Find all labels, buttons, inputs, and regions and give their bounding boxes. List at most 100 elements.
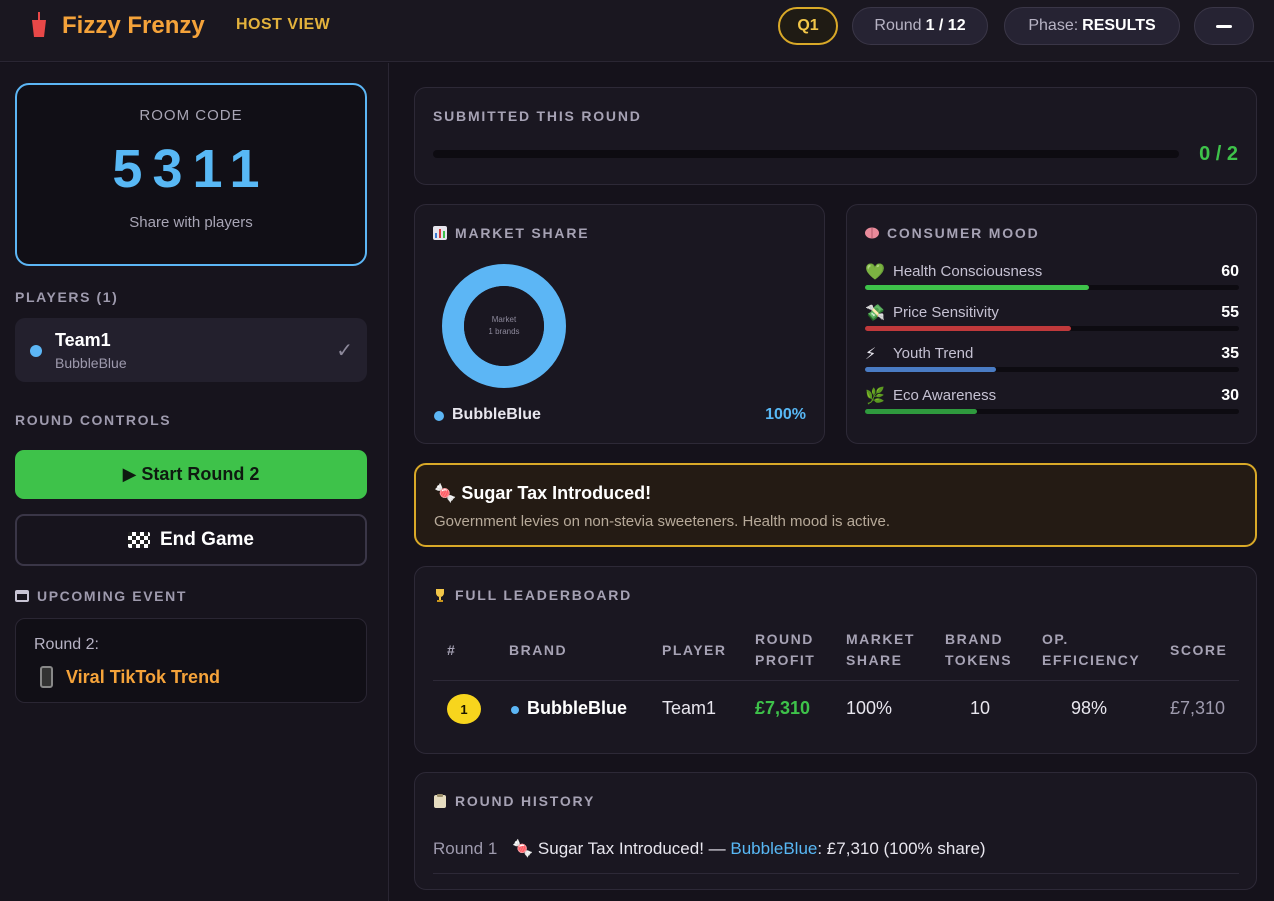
mood-bar-track — [865, 409, 1239, 414]
history-event: Sugar Tax Introduced! — — [537, 839, 726, 858]
col-op-efficiency: OP. EFFICIENCY — [1042, 631, 1141, 668]
phase-label: Phase: — [1028, 17, 1079, 34]
mood-bar-fill — [865, 326, 1071, 331]
col-score: SCORE — [1170, 642, 1228, 658]
room-code-hint: Share with players — [129, 214, 253, 231]
mood-value: 55 — [1221, 304, 1239, 321]
quarter-badge: Q1 — [778, 7, 838, 45]
col-brand-tokens: BRAND TOKENS — [945, 631, 1013, 668]
room-code-card: ROOM CODE 5311 Share with players — [15, 83, 367, 266]
market-share-donut: Market 1 brands — [442, 264, 566, 388]
mood-bar-fill — [865, 285, 1090, 290]
player-brand: BubbleBlue — [55, 355, 127, 371]
round-value: 1 / 12 — [925, 17, 966, 34]
legend-brand: BubbleBlue — [452, 406, 541, 423]
calendar-icon — [15, 590, 29, 602]
history-round: Round 1 — [433, 839, 498, 858]
event-title-text: Sugar Tax Introduced! — [461, 483, 652, 503]
mood-label: Eco Awareness — [893, 387, 997, 404]
mood-bar-fill — [865, 409, 978, 414]
mood-value: 35 — [1221, 345, 1239, 362]
history-brand: BubbleBlue — [730, 839, 818, 858]
mood-label: Health Consciousness — [893, 263, 1043, 280]
candy-icon: 🍬 — [434, 483, 462, 503]
mood-bar-fill — [865, 367, 996, 372]
market-share-panel: MARKET SHARE Market 1 brands BubbleBlue … — [414, 204, 825, 444]
end-game-button[interactable]: End Game — [15, 514, 367, 566]
col-market-share: MARKET SHARE — [846, 631, 915, 668]
round-indicator: Round 1 / 12 — [852, 7, 988, 45]
view-mode-label: HOST VIEW — [236, 16, 331, 33]
history-row: Round 1 🍬 Sugar Tax Introduced! — Bubble… — [433, 839, 986, 859]
mood-bar-track — [865, 285, 1239, 290]
mood-row-health: 💚 Health Consciousness 60 — [865, 261, 1239, 301]
mood-value: 60 — [1221, 263, 1239, 280]
green-heart-icon: 💚 — [865, 264, 885, 281]
app-title: Fizzy Frenzy — [62, 12, 205, 39]
mood-bar-track — [865, 326, 1239, 331]
leaderboard-divider — [433, 680, 1239, 681]
mood-value: 30 — [1221, 387, 1239, 404]
legend-share: 100% — [765, 406, 806, 423]
event-banner: 🍬 Sugar Tax Introduced! Government levie… — [414, 463, 1257, 547]
checkered-flag-icon — [128, 532, 150, 548]
player-name: Team1 — [55, 330, 111, 350]
mood-label: Price Sensitivity — [893, 304, 999, 321]
consumer-mood-label: CONSUMER MOOD — [887, 225, 1040, 241]
round-history-panel: ROUND HISTORY Round 1 🍬 Sugar Tax Introd… — [414, 772, 1257, 890]
end-game-label: End Game — [160, 529, 254, 550]
submitted-panel: SUBMITTED THIS ROUND 0 / 2 — [414, 87, 1257, 185]
bar-chart-icon — [433, 226, 447, 240]
soda-cup-icon — [32, 12, 46, 37]
leaf-icon: 🌿 — [865, 388, 885, 405]
leaderboard-title: FULL LEADERBOARD — [433, 587, 632, 603]
row-player: Team1 — [662, 698, 717, 718]
upcoming-event-heading: UPCOMING EVENT — [15, 588, 187, 604]
brand-color-dot — [511, 706, 519, 714]
submission-count: 0 / 2 — [1199, 143, 1238, 165]
row-tokens: 10 — [970, 698, 991, 718]
upcoming-event-card: Round 2: Viral TikTok Trend — [15, 618, 367, 703]
row-profit: £7,310 — [755, 698, 811, 718]
player-color-dot — [30, 345, 42, 357]
money-icon: 💸 — [865, 305, 885, 322]
phone-icon — [40, 666, 53, 688]
mood-label: Youth Trend — [893, 345, 974, 362]
round-history-title: ROUND HISTORY — [433, 793, 595, 809]
room-code-label: ROOM CODE — [139, 107, 243, 124]
consumer-mood-title: CONSUMER MOOD — [865, 225, 1040, 241]
mood-row-youth: ⚡ Youth Trend 35 — [865, 343, 1239, 383]
round-label: Round — [874, 17, 922, 34]
upcoming-event-label: UPCOMING EVENT — [37, 588, 187, 604]
mood-row-eco: 🌿 Eco Awareness 30 — [865, 385, 1239, 425]
col-brand: BRAND — [509, 642, 568, 658]
row-score: £7,310 — [1170, 698, 1226, 718]
history-divider — [433, 873, 1239, 874]
check-icon: ✓ — [336, 340, 353, 362]
lightning-icon: ⚡ — [865, 346, 877, 363]
start-round-button[interactable]: ▶ Start Round 2 — [15, 450, 367, 499]
clipboard-icon — [434, 794, 446, 808]
player-card[interactable]: Team1 BubbleBlue ✓ — [15, 318, 367, 382]
players-heading: PLAYERS (1) — [15, 289, 119, 305]
submission-progress-bar — [433, 150, 1179, 158]
round-controls-heading: ROUND CONTROLS — [15, 412, 172, 428]
col-player: PLAYER — [662, 642, 727, 658]
consumer-mood-panel: CONSUMER MOOD 💚 Health Consciousness 60 … — [846, 204, 1257, 444]
rank-badge: 1 — [447, 694, 481, 724]
mood-bar-track — [865, 367, 1239, 372]
leaderboard-label: FULL LEADERBOARD — [455, 587, 633, 603]
sidebar: ROOM CODE 5311 Share with players PLAYER… — [0, 63, 389, 901]
round-history-label: ROUND HISTORY — [455, 793, 596, 809]
col-rank: # — [447, 642, 457, 658]
candy-icon: 🍬 — [512, 839, 538, 858]
top-bar: Fizzy Frenzy HOST VIEW Q1 Round 1 / 12 P… — [0, 0, 1274, 62]
mood-row-price: 💸 Price Sensitivity 55 — [865, 302, 1239, 342]
market-share-title: MARKET SHARE — [433, 225, 589, 241]
upcoming-event-round: Round 2: — [34, 636, 99, 653]
room-code: 5311 — [112, 139, 270, 199]
row-efficiency: 98% — [1071, 698, 1108, 718]
menu-button[interactable] — [1194, 7, 1254, 45]
row-share: 100% — [846, 698, 893, 718]
phase-value: RESULTS — [1082, 17, 1156, 34]
